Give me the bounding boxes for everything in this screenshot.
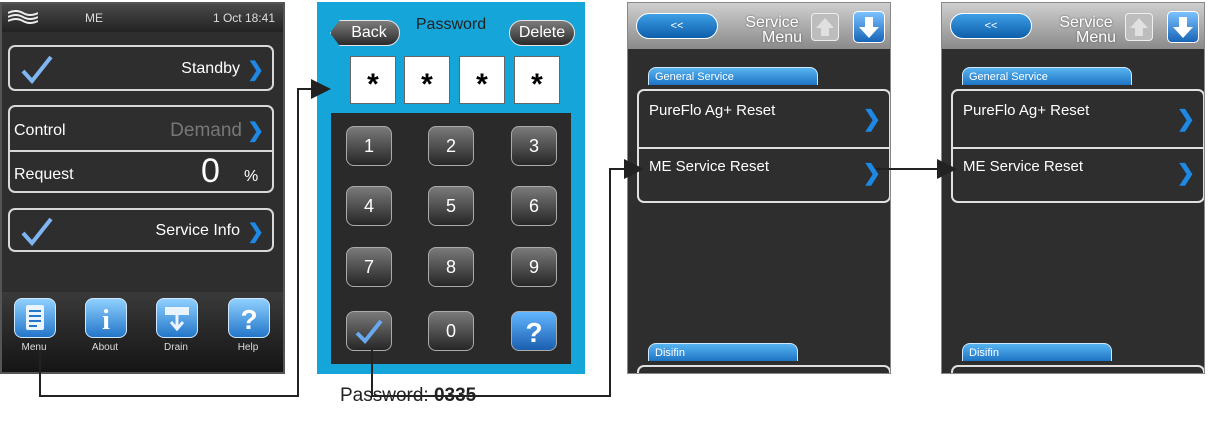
password-annotation: Password: 0335 (340, 385, 476, 407)
flow-connectors (39, 79, 957, 397)
connector-arrow (371, 159, 644, 397)
connector-arrow (39, 79, 331, 397)
password-code: 0335 (433, 385, 477, 406)
password-annotation-label: Password: (340, 385, 429, 406)
